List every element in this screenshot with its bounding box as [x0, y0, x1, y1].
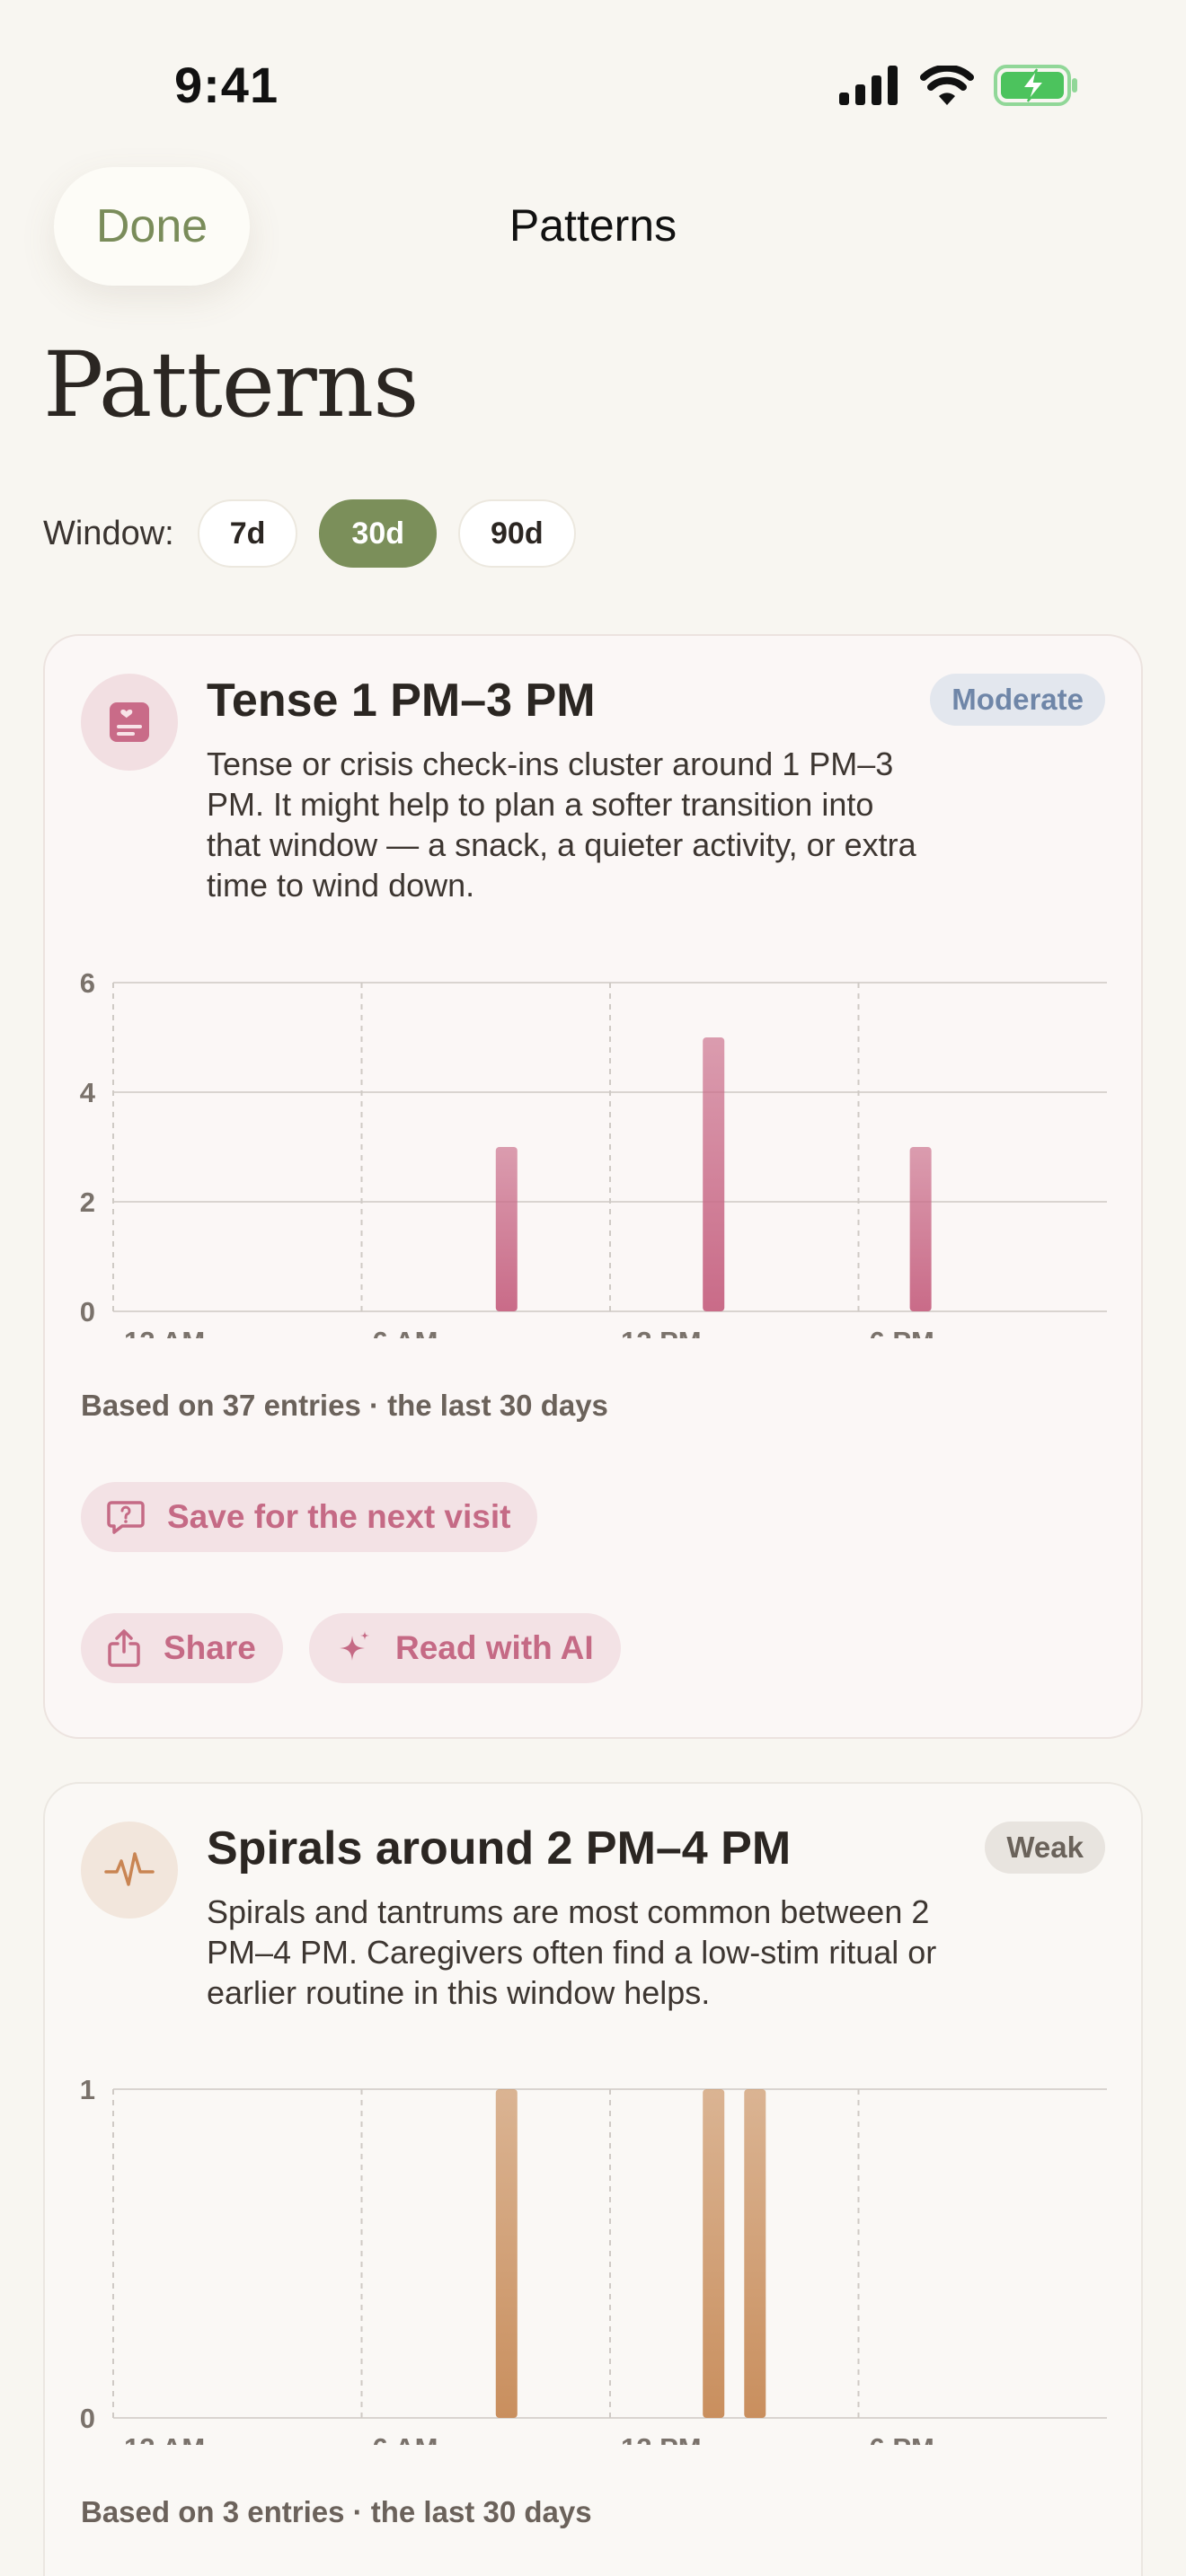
pattern-title: Spirals around 2 PM–4 PM: [207, 1822, 792, 1875]
chart-bar: [703, 1037, 725, 1311]
page-title: Patterns: [43, 332, 419, 437]
read-with-ai-label: Read with AI: [395, 1629, 594, 1666]
y-tick-label: 0: [80, 1296, 95, 1328]
chart-bar: [495, 1147, 518, 1311]
y-tick-label: 6: [80, 967, 95, 999]
pattern-card-spirals: Spirals around 2 PM–4 PM Weak Spirals an…: [43, 1782, 1143, 2576]
chart-bar: [703, 2089, 725, 2418]
window-option-7d[interactable]: 7d: [197, 499, 298, 568]
pattern-description: Spirals and tantrums are most common bet…: [207, 1893, 937, 2011]
window-label: Window:: [43, 514, 174, 552]
status-time: 9:41: [174, 57, 279, 113]
y-tick-label: 0: [80, 2403, 95, 2434]
x-tick-label: 12 AM: [124, 2432, 205, 2445]
entries-footnote: Based on 37 entries · the last 30 days: [81, 1389, 608, 1422]
tense-time-of-day-chart: 0 2 4 6 12 AM 6 AM 12 PM 6 PM: [80, 967, 1107, 1338]
x-tick-label: 6 PM: [870, 2432, 934, 2445]
chart-bar: [909, 1147, 932, 1311]
navigation-bar: Patterns Done: [0, 167, 1186, 287]
pattern-title: Tense 1 PM–3 PM: [207, 675, 596, 727]
pattern-icon-container: [81, 674, 178, 771]
share-button[interactable]: Share: [81, 1613, 283, 1683]
x-tick-label: 12 AM: [124, 1326, 205, 1338]
window-filter: Window: 7d 30d 90d: [43, 499, 597, 568]
pattern-icon-container: [81, 1822, 178, 1919]
entries-footnote: Based on 3 entries · the last 30 days: [81, 2495, 592, 2528]
battery-charging-icon: [994, 65, 1077, 106]
chat-question-icon: [107, 1501, 145, 1534]
y-tick-label: 2: [80, 1187, 95, 1218]
strength-badge: Moderate: [930, 674, 1105, 726]
x-tick-label: 6 AM: [373, 1326, 438, 1338]
x-tick-label: 6 PM: [870, 1326, 934, 1338]
read-with-ai-button[interactable]: Read with AI: [309, 1613, 621, 1683]
sparkles-icon: [340, 1631, 369, 1661]
pattern-card-tense: Tense 1 PM–3 PM Moderate Tense or crisis…: [43, 634, 1143, 1739]
status-bar: 9:41: [0, 0, 1186, 171]
y-tick-label: 4: [80, 1077, 96, 1108]
done-button[interactable]: Done: [54, 167, 250, 286]
strength-badge: Weak: [985, 1822, 1105, 1874]
status-icons: [839, 63, 1078, 108]
cellular-signal-icon: [839, 66, 898, 105]
chart-bar: [495, 2089, 518, 2418]
spirals-time-of-day-chart: 0 1 12 AM 6 AM 12 PM 6 PM: [80, 2074, 1107, 2445]
wifi-icon: [920, 66, 974, 105]
share-icon: [108, 1629, 140, 1667]
chart-bar: [744, 2089, 766, 2418]
x-tick-label: 6 AM: [373, 2432, 438, 2445]
journal-heart-icon: [110, 702, 149, 742]
pattern-description: Tense or crisis check-ins cluster around…: [207, 745, 916, 904]
y-tick-label: 1: [80, 2074, 95, 2105]
x-tick-label: 12 PM: [621, 1326, 702, 1338]
x-tick-label: 12 PM: [621, 2432, 702, 2445]
heartbeat-icon: [104, 1852, 155, 1886]
window-option-90d[interactable]: 90d: [458, 499, 576, 568]
save-for-visit-label: Save for the next visit: [167, 1498, 511, 1535]
share-label: Share: [164, 1629, 256, 1666]
save-for-visit-button[interactable]: Save for the next visit: [81, 1482, 538, 1552]
window-option-30d[interactable]: 30d: [319, 499, 437, 568]
